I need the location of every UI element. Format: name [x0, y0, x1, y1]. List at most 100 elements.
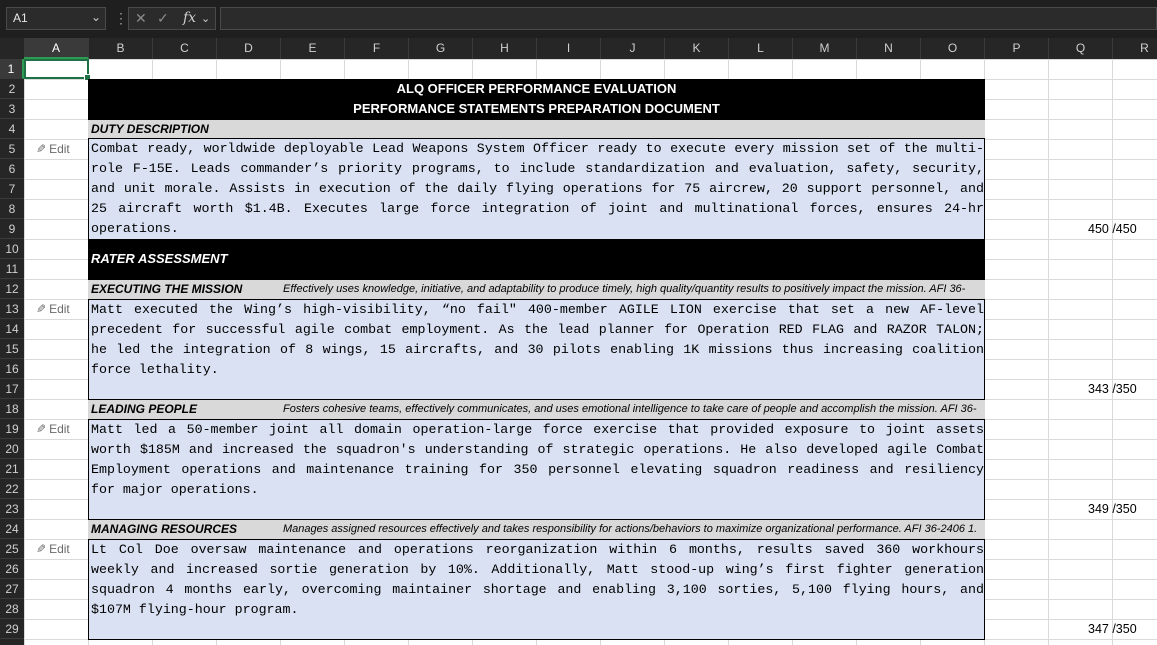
row-header[interactable]: 8	[0, 199, 24, 219]
row-header[interactable]: 16	[0, 359, 24, 379]
formula-buttons: ✕ ✓ fx ⌄	[128, 7, 216, 30]
column-header[interactable]: D	[217, 38, 281, 59]
edit-button[interactable]: ✎ Edit	[36, 299, 70, 319]
text-line: $107M flying-hour program.	[91, 602, 299, 617]
executing-mission-header: EXECUTING THE MISSION Effectively uses k…	[88, 279, 985, 300]
row-header[interactable]: 28	[0, 599, 24, 619]
column-header[interactable]: G	[409, 38, 473, 59]
leading-people-text[interactable]: Matt led a 50-member joint all domain op…	[88, 420, 985, 520]
section-heading: RATER ASSESSMENT	[91, 251, 228, 266]
text-line: operations.	[91, 221, 179, 236]
row-header[interactable]: 23	[0, 499, 24, 519]
row-header[interactable]: 18	[0, 399, 24, 419]
edit-button[interactable]: ✎ Edit	[36, 419, 70, 439]
column-header[interactable]: H	[473, 38, 537, 59]
row-header[interactable]: 2	[0, 79, 24, 99]
row-header[interactable]: 9	[0, 219, 24, 239]
more-options-icon[interactable]: ⋮	[114, 10, 128, 27]
duty-description-text[interactable]: Combat ready, worldwide deployable Lead …	[88, 139, 985, 239]
column-header[interactable]: A	[24, 38, 89, 59]
column-header[interactable]: P	[985, 38, 1049, 59]
row-header[interactable]: 19	[0, 419, 24, 439]
column-header[interactable]: M	[793, 38, 857, 59]
text-line: 25 aircraft worth $1.4B. Executes large …	[91, 201, 984, 216]
row-header[interactable]: 13	[0, 299, 24, 319]
row-header[interactable]: 11	[0, 259, 24, 279]
formula-input[interactable]	[220, 7, 1157, 30]
text-line: force lethality.	[91, 362, 219, 377]
column-header[interactable]: B	[89, 38, 153, 59]
text-line: Matt led a 50-member joint all domain op…	[91, 422, 984, 437]
row-header[interactable]: 15	[0, 339, 24, 359]
row-header[interactable]: 20	[0, 439, 24, 459]
row-header[interactable]: 6	[0, 159, 24, 179]
name-box-value: A1	[13, 11, 28, 25]
column-header[interactable]: O	[921, 38, 985, 59]
section-description: Manages assigned resources effectively a…	[283, 523, 978, 535]
name-box[interactable]: A1 ⌄	[6, 7, 106, 30]
column-header[interactable]: I	[537, 38, 601, 59]
row-header[interactable]: 25	[0, 539, 24, 559]
column-header[interactable]: C	[153, 38, 217, 59]
row-header[interactable]: 1	[0, 59, 24, 79]
insert-function-icon[interactable]: fx	[183, 10, 196, 26]
row-header[interactable]: 5	[0, 139, 24, 159]
row-header[interactable]: 4	[0, 119, 24, 139]
row-headers: 1 2 3 4 5 6 7 8 9 10 11 12 13 14 15 16 17 18 19 20 21 22 23 24 2…	[0, 59, 24, 645]
grid-line	[1048, 59, 1049, 645]
row-header[interactable]: 14	[0, 319, 24, 339]
column-header[interactable]: Q	[1049, 38, 1113, 59]
text-line: squadron 4 months early, overcoming main…	[91, 582, 984, 597]
title-line-2: PERFORMANCE STATEMENTS PREPARATION DOCUM…	[353, 101, 720, 116]
enter-icon[interactable]: ✓	[157, 10, 169, 27]
row-header[interactable]: 21	[0, 459, 24, 479]
text-line: Combat ready, worldwide deployable Lead …	[91, 141, 984, 156]
text-line: precedent for successful agile combat em…	[91, 322, 984, 337]
column-header[interactable]: L	[729, 38, 793, 59]
row-header[interactable]: 12	[0, 279, 24, 299]
character-count: 343 /350	[1088, 382, 1137, 396]
row-header[interactable]: 24	[0, 519, 24, 539]
row-header[interactable]: 7	[0, 179, 24, 199]
column-header[interactable]: K	[665, 38, 729, 59]
pencil-icon: ✎	[36, 542, 47, 556]
duty-description-header: DUTY DESCRIPTION	[88, 119, 985, 139]
text-line: Lt Col Doe oversaw maintenance and opera…	[91, 542, 984, 557]
edit-label: Edit	[49, 142, 70, 156]
column-header[interactable]: J	[601, 38, 665, 59]
chevron-down-icon[interactable]: ⌄	[91, 10, 101, 24]
row-header[interactable]: 3	[0, 99, 24, 119]
row-header[interactable]: 27	[0, 579, 24, 599]
managing-resources-header: MANAGING RESOURCES Manages assigned reso…	[88, 519, 985, 540]
grid-line	[1112, 59, 1113, 645]
row-header[interactable]: 10	[0, 239, 24, 259]
title-line-1: ALQ OFFICER PERFORMANCE EVALUATION	[396, 81, 677, 96]
section-heading: MANAGING RESOURCES	[91, 522, 238, 536]
column-header[interactable]: E	[281, 38, 345, 59]
row-header[interactable]: 22	[0, 479, 24, 499]
cancel-icon[interactable]: ✕	[135, 10, 147, 27]
section-description: Effectively uses knowledge, initiative, …	[283, 283, 966, 295]
row-header[interactable]: 17	[0, 379, 24, 399]
pencil-icon: ✎	[36, 142, 47, 156]
executing-mission-text[interactable]: Matt executed the Wing’s high-visibility…	[88, 300, 985, 400]
character-count: 349 /350	[1088, 502, 1137, 516]
section-heading: LEADING PEOPLE	[91, 402, 198, 416]
row-header[interactable]: 26	[0, 559, 24, 579]
section-heading: EXECUTING THE MISSION	[91, 282, 243, 296]
column-header[interactable]: N	[857, 38, 921, 59]
chevron-down-icon[interactable]: ⌄	[201, 12, 210, 25]
text-line: worth $185M and increased the squadron's…	[91, 442, 984, 457]
edit-label: Edit	[49, 302, 70, 316]
formula-bar: A1 ⌄ ⋮ ✕ ✓ fx ⌄	[0, 0, 1157, 38]
document-title: ALQ OFFICER PERFORMANCE EVALUATION PERFO…	[88, 79, 985, 119]
managing-resources-text[interactable]: Lt Col Doe oversaw maintenance and opera…	[88, 540, 985, 640]
edit-button[interactable]: ✎ Edit	[36, 539, 70, 559]
text-line: Matt executed the Wing’s high-visibility…	[91, 302, 984, 317]
selected-cell-a1[interactable]	[24, 59, 91, 81]
column-header[interactable]: F	[345, 38, 409, 59]
column-header[interactable]: R	[1113, 38, 1157, 59]
row-header[interactable]: 29	[0, 619, 24, 639]
section-heading: DUTY DESCRIPTION	[91, 122, 209, 136]
edit-button[interactable]: ✎ Edit	[36, 139, 70, 159]
